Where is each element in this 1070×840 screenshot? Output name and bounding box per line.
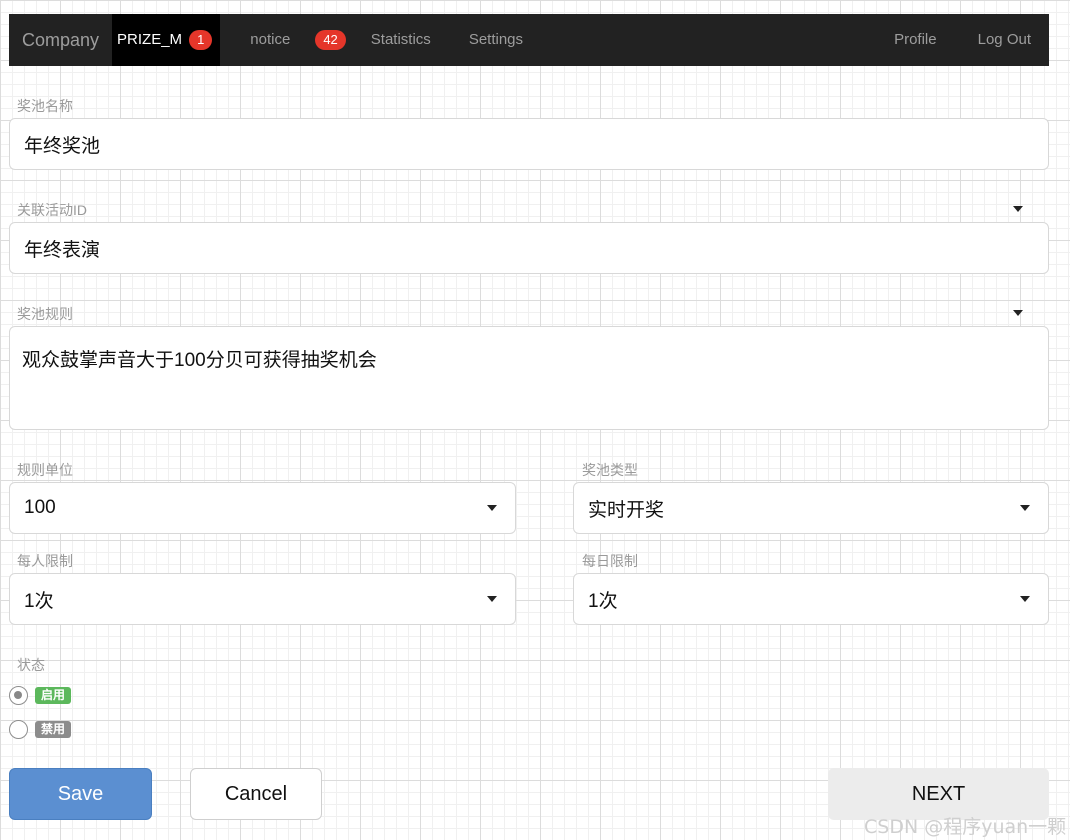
nav-item-statistics[interactable]: Statistics — [371, 14, 431, 66]
pool-type-value: 实时开奖 — [588, 499, 665, 521]
chevron-down-icon — [1020, 505, 1030, 511]
pool-type-label: 奖池类型 — [582, 462, 638, 478]
rule-unit-value: 100 — [24, 497, 56, 518]
per-person-limit-select[interactable]: 1次 — [9, 573, 516, 625]
status-disabled-radio[interactable] — [9, 720, 28, 739]
cancel-button[interactable]: Cancel — [190, 768, 322, 820]
prize-count-badge: 1 — [189, 30, 213, 50]
status-label: 状态 — [17, 657, 45, 673]
chevron-down-icon — [487, 505, 497, 511]
nav-item-label: PRIZE_M — [117, 31, 183, 48]
notice-count-badge: 42 — [315, 30, 346, 50]
nav-item-prize[interactable]: PRIZE_M 1 — [112, 14, 221, 66]
brand-link[interactable]: Company — [9, 14, 112, 66]
per-person-limit-label: 每人限制 — [17, 553, 73, 569]
chevron-down-icon — [1020, 596, 1030, 602]
rule-unit-select[interactable]: 100 — [9, 482, 516, 534]
save-button[interactable]: Save — [9, 768, 152, 820]
pool-name-input[interactable]: 年终奖池 — [9, 118, 1049, 170]
pool-rules-label: 奖池规则 — [17, 306, 73, 322]
csdn-watermark: CSDN @程序yuan一颗 — [864, 816, 1067, 838]
notice-count-badge-wrap: 42 — [315, 30, 346, 50]
nav-item-label: notice — [250, 31, 291, 48]
chevron-down-icon — [487, 596, 497, 602]
daily-limit-value: 1次 — [588, 590, 618, 612]
activity-id-input[interactable]: 年终表演 — [9, 222, 1049, 274]
activity-id-label: 关联活动ID — [17, 202, 87, 218]
status-enabled-radio[interactable] — [9, 686, 28, 705]
pool-rules-textarea[interactable]: 观众鼓掌声音大于100分贝可获得抽奖机会 — [9, 326, 1049, 430]
top-navbar: Company PRIZE_M 1 notice 42 Statistics S… — [9, 14, 1049, 66]
nav-item-settings[interactable]: Settings — [469, 14, 523, 66]
nav-item-logout[interactable]: Log Out — [978, 14, 1031, 66]
rule-unit-label: 规则单位 — [17, 462, 73, 478]
pool-rules-dropdown-icon[interactable] — [1013, 310, 1023, 316]
nav-item-profile[interactable]: Profile — [894, 14, 937, 66]
daily-limit-label: 每日限制 — [582, 553, 638, 569]
status-disabled-tag: 禁用 — [35, 721, 72, 738]
activity-id-dropdown-icon[interactable] — [1013, 206, 1023, 212]
nav-item-notice[interactable]: notice — [250, 14, 290, 66]
status-enabled-tag: 启用 — [35, 687, 72, 704]
per-person-limit-value: 1次 — [24, 590, 54, 612]
pool-type-select[interactable]: 实时开奖 — [573, 482, 1049, 534]
daily-limit-select[interactable]: 1次 — [573, 573, 1049, 625]
pool-name-label: 奖池名称 — [17, 98, 73, 114]
